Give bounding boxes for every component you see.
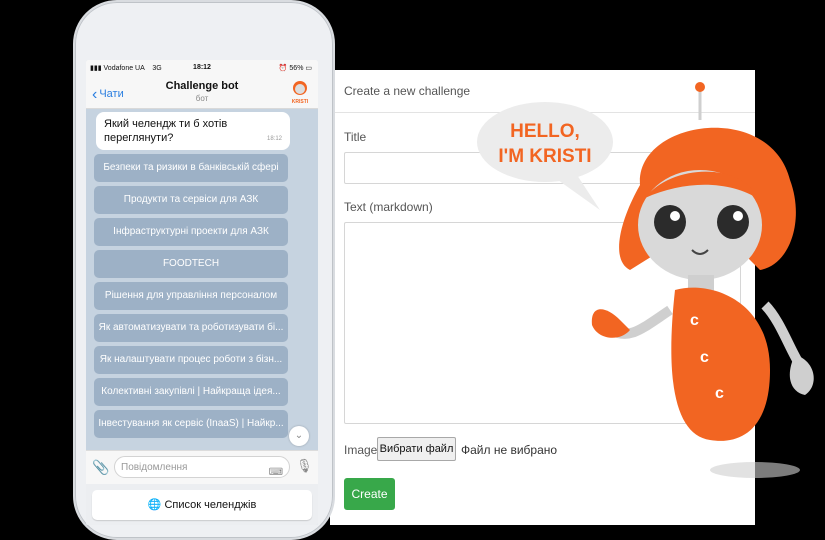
speech-bubble: HELLO, I'M KRISTI [477, 102, 613, 210]
message-input[interactable]: Повідомлення ⌨ [114, 456, 290, 478]
bot-message-bubble: Який челендж ти б хотів переглянути? 18:… [96, 112, 290, 150]
status-bar: ▮▮▮ Vodafone UA 3G 18:12 ⏰ 56% ▭ [86, 60, 318, 76]
telegram-chat-screen: ▮▮▮ Vodafone UA 3G 18:12 ⏰ 56% ▭ ‹ Чати C… [86, 60, 318, 525]
body-letter-2: c [700, 349, 709, 366]
chevron-down-icon: ⌄ [294, 430, 304, 441]
kristi-mascot: HELLO, I'M KRISTI c c c [477, 82, 814, 478]
keyboard-button[interactable]: Інфраструктурні проекти для АЗК [94, 218, 288, 246]
title-label: Title [344, 130, 367, 144]
globe-icon: 🌐 [147, 499, 162, 511]
battery-status: ⏰ 56% ▭ [278, 65, 312, 72]
panel-title: Create a new challenge [344, 84, 471, 98]
chat-title: Challenge bot [165, 80, 239, 92]
chat-subtitle: бот [195, 94, 209, 103]
speech-line-2: I'M KRISTI [498, 146, 591, 167]
create-button[interactable]: Create [344, 478, 395, 510]
attach-icon[interactable]: 📎 [92, 459, 109, 476]
chat-header: ‹ Чати Challenge bot бот KRISTI [86, 76, 318, 109]
keyboard-button[interactable]: Колективні закупівлі | Найкраща ідея... [94, 378, 288, 406]
battery-icon: ▭ [305, 65, 312, 72]
bot-message-text: Який челендж ти б хотів переглянути? [104, 118, 228, 144]
message-time: 18:12 [266, 136, 282, 142]
svg-text:KRISTI: KRISTI [292, 99, 309, 105]
keyboard-button[interactable]: Інвестування як сервіс (InaaS) | Найкр..… [94, 410, 288, 438]
text-label: Text (markdown) [344, 200, 433, 214]
scroll-down-button[interactable]: ⌄ [289, 426, 309, 446]
body-letter-1: c [690, 312, 699, 329]
message-input-bar: 📎 Повідомлення ⌨ 🎙 [86, 450, 318, 485]
microphone-icon[interactable]: 🎙 [296, 458, 313, 474]
keyboard-button[interactable]: Як автоматизувати та роботизувати бі... [94, 314, 288, 342]
body-letter-3: c [715, 385, 724, 402]
keyboard-button[interactable]: FOODTECH [94, 250, 288, 278]
alarm-icon: ⏰ [278, 65, 288, 72]
bot-avatar[interactable]: KRISTI [288, 79, 312, 105]
keyboard-button[interactable]: Безпеки та ризики в банківській сфері [94, 154, 288, 182]
keyboard-button[interactable]: Рішення для управління персоналом [94, 282, 288, 310]
choose-file-button[interactable]: Вибрати файл [377, 437, 456, 461]
keyboard-button[interactable]: Як налаштувати процес роботи з бізн... [94, 346, 288, 374]
speech-line-1: HELLO, [510, 121, 580, 142]
keyboard-icon[interactable]: ⌨ [269, 462, 283, 484]
image-label: Image [344, 443, 378, 457]
challenges-list-button[interactable]: 🌐 Список челенджів [92, 490, 312, 520]
keyboard-button[interactable]: Продукти та сервіси для АЗК [94, 186, 288, 214]
bot-keyboard-bar: 🌐 Список челенджів [86, 484, 318, 525]
